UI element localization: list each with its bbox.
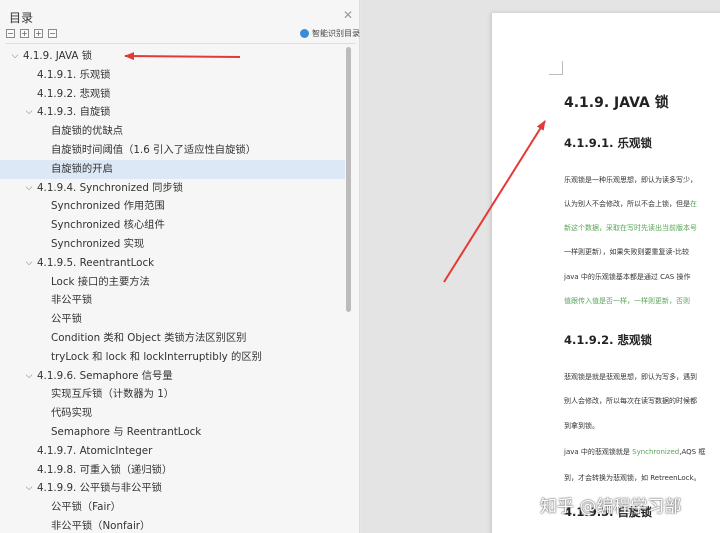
- watermark: 知乎 @编程学习部: [540, 497, 682, 517]
- outline-item-label: 4.1.9.8. 可重入锁（递归锁）: [37, 463, 173, 476]
- expand-all-icon[interactable]: −: [6, 29, 15, 38]
- outline-item-label: 4.1.9.3. 自旋锁: [37, 106, 111, 119]
- outline-item[interactable]: 公平锁: [0, 310, 345, 329]
- outline-item[interactable]: 自旋锁的开启: [0, 159, 345, 179]
- outline-item-label: Synchronized 实现: [51, 237, 145, 250]
- outline-item-label: 自旋锁时间阈值（1.6 引入了适应性自旋锁）: [51, 143, 256, 156]
- outline-item[interactable]: 非公平锁（Nonfair）: [0, 517, 345, 533]
- outline-item[interactable]: Semaphore 与 ReentrantLock: [0, 423, 345, 442]
- outline-item[interactable]: ⌵ 4.1.9.5. ReentrantLock: [0, 254, 345, 273]
- outline-title: 目录: [9, 11, 34, 25]
- remove-heading-icon[interactable]: −: [48, 29, 57, 38]
- paragraph-line: 乐观锁是一种乐观思想，即认为读多写少，: [564, 176, 697, 184]
- outline-item-label: 4.1.9.6. Semaphore 信号量: [37, 369, 173, 382]
- outline-item[interactable]: Synchronized 核心组件: [0, 216, 345, 235]
- outline-item-label: 4.1.9.2. 悲观锁: [37, 87, 111, 100]
- outline-item-label: 4.1.9.1. 乐观锁: [37, 68, 111, 81]
- expand-chevron-icon[interactable]: ⌵: [24, 254, 34, 273]
- paragraph-line: 一样则更新），如果失败则要重复读-比较: [564, 248, 690, 256]
- document-area: 4.1.9. JAVA 锁 4.1.9.1. 乐观锁 乐观锁是一种乐观思想，即认…: [361, 0, 720, 533]
- paragraph-line: java 中的乐观锁基本都是通过 CAS 操作: [564, 273, 691, 281]
- paragraph-line: 值跟传入值是否一样，一样则更新，否则: [564, 297, 690, 305]
- outline-item[interactable]: 4.1.9.2. 悲观锁: [0, 85, 345, 104]
- outline-item[interactable]: Synchronized 作用范围: [0, 197, 345, 216]
- scrollbar-thumb[interactable]: [346, 47, 351, 312]
- heading-optimistic-lock: 4.1.9.1. 乐观锁: [564, 136, 652, 150]
- heading-java-lock: 4.1.9. JAVA 锁: [564, 95, 669, 111]
- outline-item[interactable]: ⌵ 4.1.9.4. Synchronized 同步锁: [0, 179, 345, 198]
- paragraph-line: 到拿到锁。: [564, 422, 599, 430]
- outline-item-label: 自旋锁的优缺点: [51, 125, 124, 138]
- outline-item-label: 4.1.9. JAVA 锁: [23, 50, 92, 62]
- expand-chevron-icon[interactable]: ⌵: [10, 47, 20, 66]
- outline-item[interactable]: 4.1.9.7. AtomicInteger: [0, 442, 345, 461]
- scrollbar[interactable]: [345, 47, 353, 533]
- expand-chevron-icon[interactable]: ⌵: [24, 179, 34, 198]
- close-icon[interactable]: ✕: [343, 9, 353, 21]
- outline-item-label: tryLock 和 lock 和 lockInterruptibly 的区别: [51, 350, 262, 363]
- paragraph-line: 认为别人不会修改，所以不会上锁，但是在: [564, 200, 697, 208]
- outline-item[interactable]: 自旋锁的优缺点: [0, 122, 345, 141]
- outline-toolbar: − + + −: [6, 29, 57, 38]
- outline-item[interactable]: ⌵ 4.1.9. JAVA 锁: [0, 47, 345, 66]
- outline-item[interactable]: 非公平锁: [0, 291, 345, 310]
- outline-item[interactable]: Lock 接口的主要方法: [0, 273, 345, 292]
- outline-item-label: 非公平锁: [51, 294, 93, 307]
- paragraph-line: 别人会修改，所以每次在读写数据的时候都: [564, 397, 697, 405]
- outline-item-label: 实现互斥锁（计数器为 1）: [51, 388, 175, 401]
- outline-item-label: 公平锁（Fair）: [51, 501, 121, 514]
- outline-item-label: Synchronized 核心组件: [51, 219, 165, 232]
- paragraph-line: 到，才会转换为悲观锁，如 RetreenLock。: [564, 474, 701, 482]
- outline-item-label: Condition 类和 Object 类锁方法区别区别: [51, 331, 247, 344]
- smart-recognize-icon: [300, 29, 309, 38]
- collapse-all-icon[interactable]: +: [20, 29, 29, 38]
- paragraph-line: 悲观锁是就是悲观思想，即认为写多，遇到: [564, 373, 697, 381]
- outline-item[interactable]: Condition 类和 Object 类锁方法区别区别: [0, 329, 345, 348]
- expand-chevron-icon[interactable]: ⌵: [24, 367, 34, 386]
- outline-item[interactable]: ⌵ 4.1.9.6. Semaphore 信号量: [0, 367, 345, 386]
- outline-item-label: 代码实现: [51, 407, 93, 420]
- smart-recognize-button[interactable]: 智能识别目录: [300, 28, 360, 39]
- outline-item-label: Synchronized 作用范围: [51, 200, 165, 213]
- outline-item-label: Lock 接口的主要方法: [51, 275, 150, 288]
- divider: [6, 43, 356, 44]
- outline-item-label: 4.1.9.7. AtomicInteger: [37, 444, 153, 457]
- add-heading-icon[interactable]: +: [34, 29, 43, 38]
- outline-item-label: 4.1.9.4. Synchronized 同步锁: [37, 181, 184, 194]
- outline-tree: ⌵ 4.1.9. JAVA 锁 4.1.9.1. 乐观锁 4.1.9.2. 悲观锁 ⌵ 4…: [0, 47, 345, 533]
- outline-item[interactable]: 4.1.9.8. 可重入锁（递归锁）: [0, 461, 345, 480]
- outline-item[interactable]: ⌵ 4.1.9.9. 公平锁与非公平锁: [0, 479, 345, 498]
- expand-chevron-icon[interactable]: ⌵: [24, 479, 34, 498]
- outline-item[interactable]: tryLock 和 lock 和 lockInterruptibly 的区别: [0, 348, 345, 367]
- outline-item[interactable]: 实现互斥锁（计数器为 1）: [0, 385, 345, 404]
- document-page: 4.1.9. JAVA 锁 4.1.9.1. 乐观锁 乐观锁是一种乐观思想，即认…: [492, 13, 720, 533]
- expand-chevron-icon[interactable]: ⌵: [24, 103, 34, 122]
- outline-item[interactable]: 代码实现: [0, 404, 345, 423]
- outline-item-label: 公平锁: [51, 313, 82, 326]
- crop-mark: [549, 61, 563, 75]
- outline-panel: 目录 ✕ − + + − 智能识别目录 ⌵ 4.1.9. JAVA 锁 4.1.9.…: [0, 0, 360, 533]
- outline-item-label: 非公平锁（Nonfair）: [51, 519, 151, 532]
- outline-item-label: 自旋锁的开启: [51, 162, 113, 175]
- outline-item[interactable]: 公平锁（Fair）: [0, 498, 345, 517]
- outline-item-label: 4.1.9.9. 公平锁与非公平锁: [37, 482, 162, 495]
- outline-item-label: 4.1.9.5. ReentrantLock: [37, 256, 155, 269]
- outline-item[interactable]: 自旋锁时间阈值（1.6 引入了适应性自旋锁）: [0, 141, 345, 160]
- outline-item[interactable]: Synchronized 实现: [0, 235, 345, 254]
- heading-pessimistic-lock: 4.1.9.2. 悲观锁: [564, 333, 652, 347]
- outline-item[interactable]: ⌵ 4.1.9.3. 自旋锁: [0, 103, 345, 122]
- outline-item[interactable]: 4.1.9.1. 乐观锁: [0, 66, 345, 85]
- smart-recognize-label: 智能识别目录: [312, 29, 360, 38]
- paragraph-line: java 中的悲观锁就是 Synchronized,AQS 框: [564, 448, 706, 456]
- outline-item-label: Semaphore 与 ReentrantLock: [51, 425, 202, 438]
- paragraph-line: 新这个数据，采取在写时先读出当前版本号: [564, 224, 697, 232]
